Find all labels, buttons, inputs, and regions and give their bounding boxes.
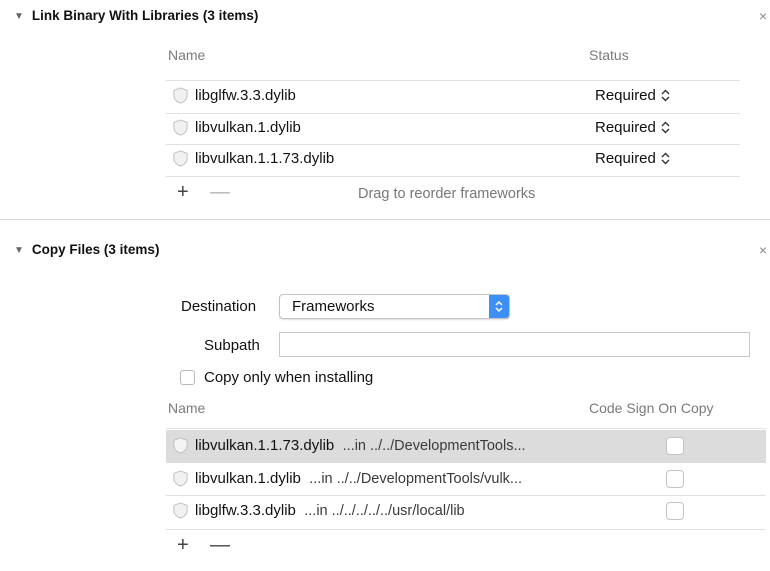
section-divider	[0, 219, 770, 220]
library-shield-icon	[173, 502, 188, 519]
library-name: libvulkan.1.dylib	[195, 119, 301, 136]
column-header-name[interactable]: Name	[168, 400, 205, 416]
table-divider	[166, 176, 740, 177]
file-path: ...in ../../../../../usr/local/lib	[304, 502, 465, 519]
copy-files-section-header[interactable]: ▼ Copy Files (3 items)	[14, 242, 159, 257]
status-popup[interactable]: Required	[595, 119, 671, 136]
disclosure-triangle-icon[interactable]: ▼	[14, 11, 24, 22]
library-shield-icon	[173, 87, 188, 104]
add-file-button[interactable]: +	[177, 534, 189, 557]
library-shield-icon	[173, 150, 188, 167]
subpath-label: Subpath	[204, 337, 260, 354]
table-row[interactable]: libvulkan.1.dylib Required	[166, 114, 740, 144]
close-icon[interactable]: ×	[759, 242, 767, 258]
column-header-code-sign[interactable]: Code Sign On Copy	[589, 400, 714, 416]
library-name: libglfw.3.3.dylib	[195, 87, 296, 104]
link-binary-section-title: Link Binary With Libraries (3 items)	[31, 8, 259, 23]
table-row[interactable]: libvulkan.1.1.73.dylib Required	[166, 145, 740, 175]
copy-only-label: Copy only when installing	[204, 369, 374, 386]
remove-file-button[interactable]: —	[210, 534, 230, 557]
code-sign-checkbox[interactable]	[666, 502, 684, 520]
column-header-status[interactable]: Status	[589, 47, 629, 63]
up-down-arrows-icon	[661, 121, 670, 134]
status-value: Required	[595, 119, 656, 136]
popup-arrows-icon	[489, 295, 509, 318]
table-row[interactable]: libvulkan.1.dylib ...in ../../Developmen…	[166, 463, 766, 495]
copy-only-checkbox[interactable]	[180, 370, 195, 385]
column-header-name[interactable]: Name	[168, 47, 205, 63]
file-path: ...in ../../DevelopmentTools...	[342, 437, 526, 454]
file-name: libvulkan.1.dylib	[195, 470, 301, 487]
disclosure-triangle-icon[interactable]: ▼	[14, 245, 24, 256]
table-divider	[166, 428, 766, 429]
library-name: libvulkan.1.1.73.dylib	[195, 150, 335, 167]
file-name: libvulkan.1.1.73.dylib	[195, 437, 335, 454]
library-shield-icon	[173, 119, 188, 136]
table-row[interactable]: libvulkan.1.1.73.dylib ...in ../../Devel…	[166, 430, 766, 463]
destination-label: Destination	[181, 298, 257, 315]
copy-files-section-title: Copy Files (3 items)	[31, 242, 160, 257]
destination-popup[interactable]: Frameworks	[279, 294, 510, 319]
add-library-button[interactable]: +	[177, 181, 189, 204]
file-name: libglfw.3.3.dylib	[195, 502, 296, 519]
file-path: ...in ../../DevelopmentTools/vulk...	[309, 470, 523, 487]
up-down-arrows-icon	[661, 89, 670, 102]
library-shield-icon	[173, 470, 188, 487]
status-popup[interactable]: Required	[595, 150, 671, 167]
status-popup[interactable]: Required	[595, 87, 671, 104]
status-value: Required	[595, 150, 656, 167]
code-sign-checkbox[interactable]	[666, 470, 684, 488]
up-down-arrows-icon	[661, 152, 670, 165]
table-divider	[166, 529, 766, 530]
destination-value: Frameworks	[292, 298, 375, 315]
code-sign-checkbox[interactable]	[666, 437, 684, 455]
drag-hint-text: Drag to reorder frameworks	[358, 186, 536, 202]
library-shield-icon	[173, 437, 188, 454]
table-row[interactable]: libglfw.3.3.dylib Required	[166, 81, 740, 113]
table-row[interactable]: libglfw.3.3.dylib ...in ../../../../../u…	[166, 496, 766, 528]
link-binary-section-header[interactable]: ▼ Link Binary With Libraries (3 items)	[14, 8, 258, 23]
subpath-input[interactable]	[279, 332, 750, 357]
close-icon[interactable]: ×	[759, 8, 767, 24]
remove-library-button[interactable]: —	[210, 181, 230, 204]
status-value: Required	[595, 87, 656, 104]
